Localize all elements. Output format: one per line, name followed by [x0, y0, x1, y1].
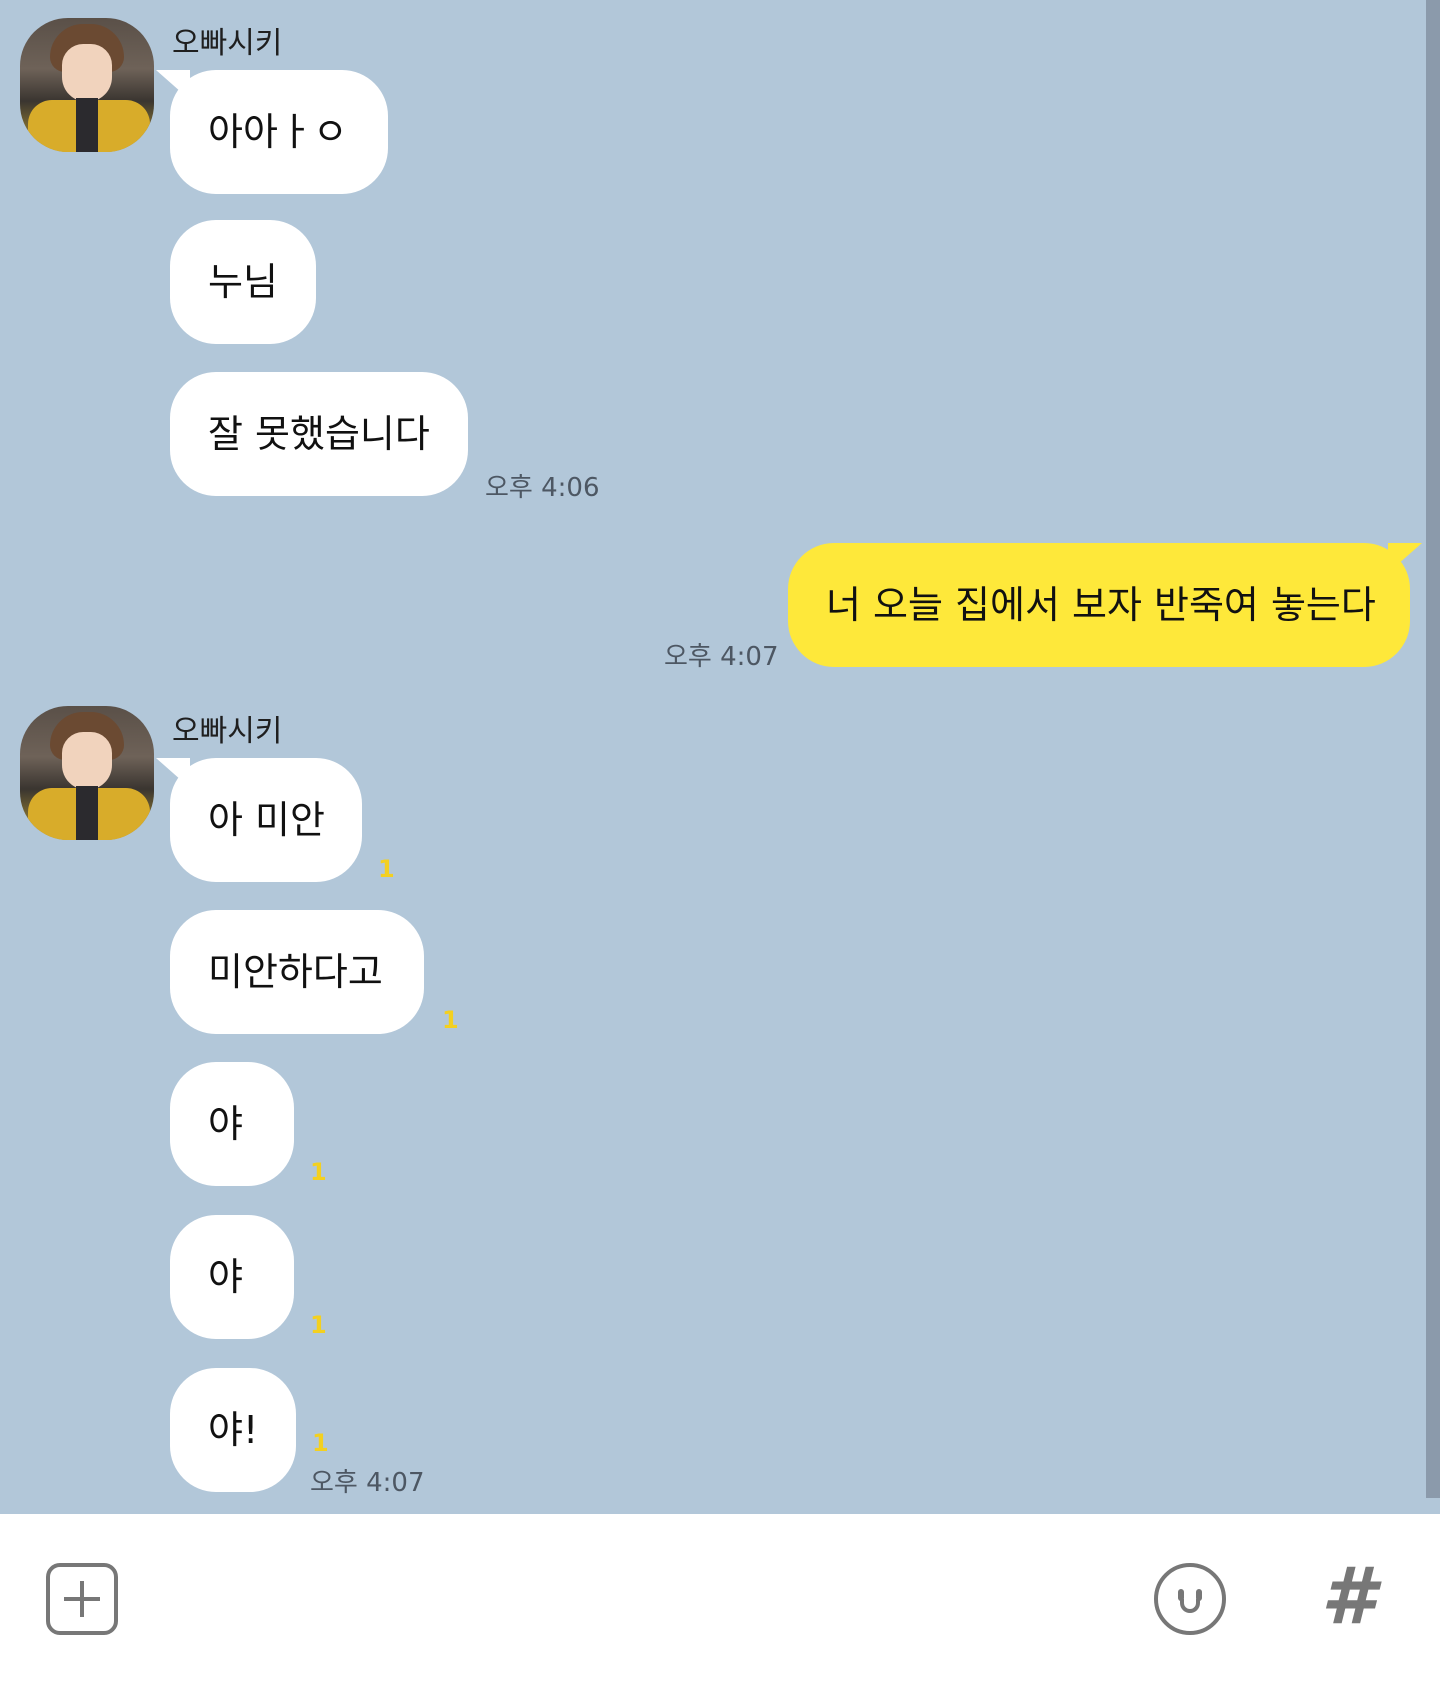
chat-area[interactable]: 오빠시키 아아ㅏㅇ 누님 잘 못했습니다 오후 4:06 너 오늘 집에서 보자…: [0, 0, 1440, 1514]
contact-avatar[interactable]: [20, 706, 154, 840]
message-bubble[interactable]: 아 미안: [156, 758, 362, 882]
message-timestamp: 오후 4:06: [485, 473, 600, 503]
message-timestamp: 오후 4:07: [664, 642, 779, 672]
message-timestamp: 오후 4:07: [310, 1468, 425, 1498]
scrollbar[interactable]: [1426, 0, 1440, 1498]
hashtag-icon[interactable]: #: [1312, 1554, 1384, 1640]
contact-avatar[interactable]: [20, 18, 154, 152]
unread-count: 1: [310, 1158, 327, 1186]
plus-square-icon[interactable]: [46, 1563, 118, 1635]
message-bubble[interactable]: 야: [170, 1215, 294, 1339]
unread-count: 1: [310, 1311, 327, 1339]
unread-count: 1: [442, 1006, 459, 1034]
message-bubble[interactable]: 미안하다고: [170, 910, 424, 1034]
input-bar: #: [0, 1514, 1440, 1683]
contact-name: 오빠시키: [172, 714, 283, 749]
smiley-icon[interactable]: [1154, 1563, 1226, 1635]
unread-count: 1: [312, 1429, 329, 1457]
message-bubble[interactable]: 야!: [170, 1368, 296, 1492]
message-bubble[interactable]: 아아ㅏㅇ: [156, 70, 388, 194]
unread-count: 1: [378, 855, 395, 883]
contact-name: 오빠시키: [172, 26, 283, 61]
message-bubble[interactable]: 누님: [170, 220, 316, 344]
my-message-bubble[interactable]: 너 오늘 집에서 보자 반죽여 놓는다: [788, 543, 1422, 667]
smile-icon: [1180, 1599, 1200, 1613]
message-bubble[interactable]: 잘 못했습니다: [170, 372, 468, 496]
message-bubble[interactable]: 야: [170, 1062, 294, 1186]
